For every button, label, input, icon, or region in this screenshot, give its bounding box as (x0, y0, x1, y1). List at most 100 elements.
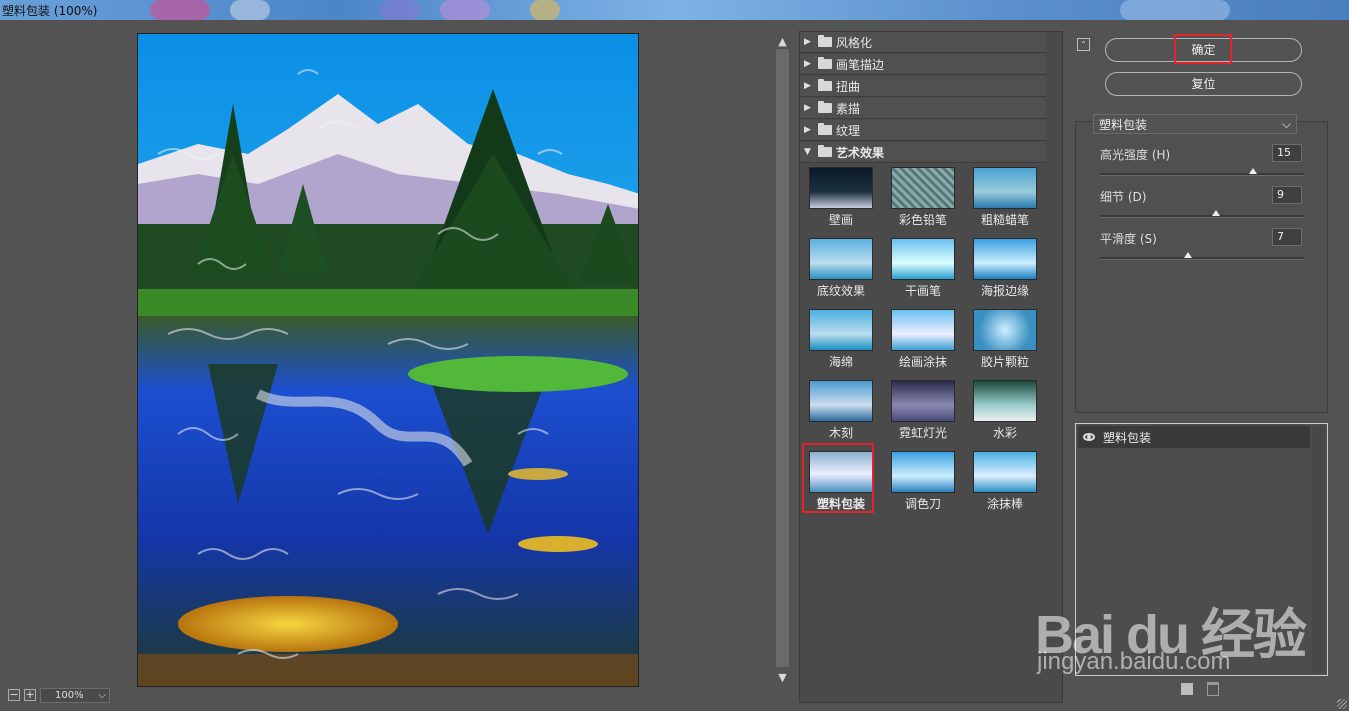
folder-icon (818, 123, 832, 135)
settings-panel: ⌃ 确定 复位 塑料包装 ⌵ 高光强度 (H) 15 细节 (D) 9 平滑度 … (1065, 21, 1349, 711)
filter-thumb-paint-daubs[interactable]: 绘画涂抹 (887, 306, 959, 369)
category-stylize[interactable]: ▶ 风格化 (800, 32, 1046, 53)
filter-thumb-fresco[interactable]: 壁画 (805, 164, 877, 227)
filter-preview-image (809, 167, 873, 209)
filter-thumb-sponge[interactable]: 海绵 (805, 306, 877, 369)
filter-preview-image (973, 451, 1037, 493)
filter-thumb-cutout[interactable]: 木刻 (805, 377, 877, 440)
folder-icon (818, 101, 832, 113)
filter-preview-image (809, 309, 873, 351)
filter-select-value: 塑料包装 (1099, 117, 1148, 132)
param-label: 平滑度 (S) (1100, 232, 1157, 246)
param-highlight-strength: 高光强度 (H) 15 (1100, 144, 1306, 186)
collapse-panel-icon[interactable]: ⌃ (1077, 38, 1090, 51)
folder-icon (818, 57, 832, 69)
filter-preview-image (891, 238, 955, 280)
category-label: 扭曲 (836, 79, 861, 94)
filter-thumb-neon-glow[interactable]: 霓虹灯光 (887, 377, 959, 440)
category-sketch[interactable]: ▶ 素描 (800, 98, 1046, 119)
filter-thumb-film-grain[interactable]: 胶片颗粒 (969, 306, 1041, 369)
filter-thumb-smudge-stick[interactable]: 涂抹棒 (969, 448, 1041, 511)
filter-thumb-colored-pencil[interactable]: 彩色铅笔 (887, 164, 959, 227)
zoom-level-select[interactable]: 100% ⌵ (40, 687, 110, 703)
param-label: 细节 (D) (1100, 190, 1147, 204)
filter-preview-image (891, 380, 955, 422)
filter-label: 霓虹灯光 (898, 426, 947, 440)
new-effect-layer-icon[interactable] (1181, 683, 1193, 695)
filter-label: 木刻 (828, 426, 853, 440)
category-distort[interactable]: ▶ 扭曲 (800, 76, 1046, 97)
scroll-thumb[interactable] (776, 49, 789, 667)
open-folder-icon (818, 145, 832, 157)
preview-vertical-scrollbar[interactable]: ▲ ▼ (774, 33, 791, 687)
collapsed-triangle-icon: ▶ (804, 103, 811, 113)
filter-select[interactable]: 塑料包装 ⌵ (1093, 114, 1297, 134)
effect-layers-list: 塑料包装 (1075, 423, 1328, 676)
chevron-down-icon: ⌵ (98, 689, 106, 701)
filter-label: 调色刀 (904, 497, 941, 511)
category-label: 风格化 (836, 35, 873, 50)
highlight-strength-slider[interactable] (1100, 173, 1304, 176)
highlight-strength-input[interactable]: 15 (1272, 144, 1302, 162)
delete-effect-layer-icon[interactable] (1207, 682, 1219, 696)
slider-knob[interactable] (1249, 168, 1257, 174)
zoom-bar: − + 100% ⌵ (8, 686, 110, 704)
filter-preview-image (809, 380, 873, 422)
filter-label: 底纹效果 (816, 284, 865, 298)
filter-thumb-palette-knife[interactable]: 调色刀 (887, 448, 959, 511)
preview-image[interactable] (137, 33, 639, 687)
filter-thumb-underpainting[interactable]: 底纹效果 (805, 235, 877, 298)
filter-label: 胶片颗粒 (980, 355, 1029, 369)
category-brush-strokes[interactable]: ▶ 画笔描边 (800, 54, 1046, 75)
filter-preview-image (973, 380, 1037, 422)
smoothness-input[interactable]: 7 (1272, 228, 1302, 246)
filter-label: 水彩 (992, 426, 1017, 440)
filter-preview-image (891, 451, 955, 493)
smoothness-slider[interactable] (1100, 257, 1304, 260)
detail-input[interactable]: 9 (1272, 186, 1302, 204)
effect-layer-row[interactable]: 塑料包装 (1078, 426, 1310, 448)
filter-settings-box: 塑料包装 ⌵ 高光强度 (H) 15 细节 (D) 9 平滑度 (S) 7 (1075, 114, 1328, 413)
layers-scrollbar[interactable] (1312, 426, 1325, 673)
filter-label: 壁画 (828, 213, 853, 227)
folder-icon (818, 79, 832, 91)
category-label: 纹理 (836, 123, 861, 138)
preview-pane: ▲ ▼ − + 100% ⌵ (0, 21, 796, 711)
filter-preview-image (973, 167, 1037, 209)
detail-slider[interactable] (1100, 215, 1304, 218)
filter-preview-image (973, 309, 1037, 351)
filter-gallery: ▶ 风格化 ▶ 画笔描边 ▶ 扭曲 ▶ 素描 ▶ 纹理 ▼ 艺术效果 壁画 彩色… (799, 31, 1063, 703)
filter-thumb-poster-edges[interactable]: 海报边缘 (969, 235, 1041, 298)
filter-thumb-rough-pastels[interactable]: 粗糙蜡笔 (969, 164, 1041, 227)
category-texture[interactable]: ▶ 纹理 (800, 120, 1046, 141)
collapsed-triangle-icon: ▶ (804, 125, 811, 135)
chevron-down-icon: ⌵ (1281, 116, 1291, 131)
filter-thumbnail-grid: 壁画 彩色铅笔 粗糙蜡笔 底纹效果 干画笔 海报边缘 海绵 绘画涂抹 胶片颗粒 … (800, 164, 1046, 520)
expanded-triangle-icon: ▼ (804, 147, 811, 157)
ok-button-highlight (1174, 34, 1232, 64)
category-artistic[interactable]: ▼ 艺术效果 (800, 142, 1046, 163)
slider-knob[interactable] (1212, 210, 1221, 216)
category-label: 画笔描边 (836, 57, 885, 72)
zoom-in-button[interactable]: + (24, 689, 36, 701)
resize-grip-icon[interactable] (1337, 699, 1347, 709)
filter-label: 彩色铅笔 (898, 213, 947, 227)
reset-button[interactable]: 复位 (1105, 72, 1302, 96)
filter-label: 绘画涂抹 (898, 355, 947, 369)
collapsed-triangle-icon: ▶ (804, 37, 811, 47)
scroll-down-arrow-icon[interactable]: ▼ (776, 671, 789, 684)
filter-thumb-watercolor[interactable]: 水彩 (969, 377, 1041, 440)
filter-preview-image (973, 238, 1037, 280)
filter-label: 海报边缘 (980, 284, 1029, 298)
category-label: 艺术效果 (836, 145, 885, 160)
zoom-out-button[interactable]: − (8, 689, 20, 701)
slider-knob[interactable] (1183, 252, 1192, 258)
filter-label: 海绵 (828, 355, 853, 369)
filter-label: 粗糙蜡笔 (980, 213, 1029, 227)
scroll-up-arrow-icon[interactable]: ▲ (776, 35, 789, 48)
filter-preview-image (809, 238, 873, 280)
filter-thumb-dry-brush[interactable]: 干画笔 (887, 235, 959, 298)
title-bar: 塑料包装 (100%) (0, 0, 1349, 20)
filter-preview-image (891, 167, 955, 209)
visibility-eye-icon[interactable] (1083, 433, 1095, 441)
